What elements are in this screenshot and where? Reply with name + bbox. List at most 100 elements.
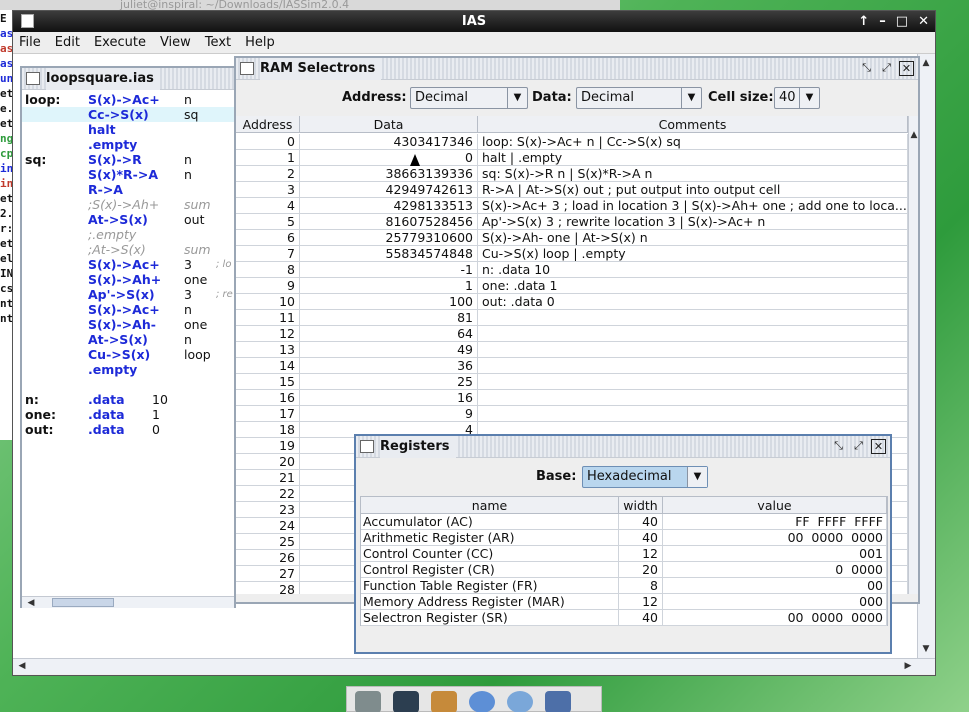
- ram-data-cell[interactable]: 0: [300, 150, 478, 166]
- terminal-icon[interactable]: [393, 691, 419, 712]
- code-line[interactable]: ;S(x)->Ah+ sum: [22, 197, 234, 212]
- ram-data-cell[interactable]: 49: [300, 342, 478, 358]
- ram-data-cell[interactable]: 42949742613: [300, 182, 478, 198]
- code-line[interactable]: Cu->S(x) loop: [22, 347, 234, 362]
- maximize-icon[interactable]: ⤢: [879, 61, 894, 76]
- ram-row[interactable]: 16 16: [236, 390, 908, 406]
- code-line[interactable]: Ap'->S(x) 3 ; re: [22, 287, 234, 302]
- code-line[interactable]: S(x)->Ac+ 3 ; lo: [22, 257, 234, 272]
- scroll-up-icon[interactable]: ▲: [907, 128, 921, 142]
- register-value-cell[interactable]: 000: [663, 594, 887, 610]
- code-line[interactable]: R->A: [22, 182, 234, 197]
- data-format-select[interactable]: Decimal ▼: [576, 87, 702, 109]
- code-line[interactable]: ;.empty: [22, 227, 234, 242]
- code-line[interactable]: S(x)->Ah-one: [22, 317, 234, 332]
- ram-row[interactable]: 9 1 one: .data 1: [236, 278, 908, 294]
- code-line[interactable]: S(x)->Ah+ one: [22, 272, 234, 287]
- code-frame-titlebar[interactable]: loopsquare.ias: [22, 68, 234, 90]
- register-value-cell[interactable]: 0 0000: [663, 562, 887, 578]
- ram-row[interactable]: 13 49: [236, 342, 908, 358]
- ram-row[interactable]: 8 -1 n: .data 10: [236, 262, 908, 278]
- register-value-cell[interactable]: 00 0000 0000: [663, 530, 887, 546]
- register-value-cell[interactable]: 00: [663, 578, 887, 594]
- ram-data-cell[interactable]: 9: [300, 406, 478, 422]
- ram-data-cell[interactable]: 36: [300, 358, 478, 374]
- ram-data-cell[interactable]: 64: [300, 326, 478, 342]
- register-row[interactable]: Arithmetic Register (AR) 40 00 0000 0000: [361, 530, 887, 546]
- base-select[interactable]: Hexadecimal ▼: [582, 466, 708, 488]
- ram-row[interactable]: 4 4298133513 S(x)->Ac+ 3 ; load in locatio…: [236, 198, 908, 214]
- menu-view[interactable]: View: [160, 32, 191, 53]
- ram-row[interactable]: 14 36: [236, 358, 908, 374]
- close-icon[interactable]: ✕: [899, 61, 914, 76]
- maximize-icon[interactable]: ⤢: [851, 439, 866, 454]
- code-line[interactable]: sq: S(x)->R n: [22, 152, 234, 167]
- ram-data-cell[interactable]: 25: [300, 374, 478, 390]
- registers-column-value[interactable]: value: [663, 497, 887, 514]
- ram-data-cell[interactable]: -1: [300, 262, 478, 278]
- register-row[interactable]: Memory Address Register (MAR) 12 000: [361, 594, 887, 610]
- ram-column-address[interactable]: Address: [236, 116, 300, 133]
- code-horizontal-scrollbar[interactable]: ◀: [22, 596, 234, 608]
- menu-file[interactable]: File: [19, 32, 41, 53]
- register-value-cell[interactable]: 00 0000 0000: [663, 610, 887, 626]
- register-row[interactable]: Accumulator (AC) 40 FF FFFF FFFF: [361, 514, 887, 530]
- code-line[interactable]: one: .data 1: [22, 407, 234, 422]
- ram-data-cell[interactable]: 38663139336: [300, 166, 478, 182]
- iconify-icon[interactable]: ⤡: [831, 439, 846, 454]
- ram-row[interactable]: 3 42949742613 R->A | At->S(x) out ; put ou…: [236, 182, 908, 198]
- ram-row[interactable]: 2 38663139336 sq: S(x)->R n | S(x)*R->A n: [236, 166, 908, 182]
- ram-data-cell[interactable]: 1: [300, 278, 478, 294]
- code-line[interactable]: .empty: [22, 137, 234, 152]
- ram-row[interactable]: 1 0 halt | .empty: [236, 150, 908, 166]
- ram-column-comments[interactable]: Comments: [478, 116, 908, 133]
- code-line[interactable]: At->S(x) n: [22, 332, 234, 347]
- close-icon[interactable]: ✕: [918, 11, 929, 32]
- ram-row[interactable]: 5 81607528456 Ap'->S(x) 3 ; rewrite locati…: [236, 214, 908, 230]
- ram-row[interactable]: 0 4303417346 loop: S(x)->Ac+ n | Cc->S(x) …: [236, 134, 908, 150]
- register-row[interactable]: Selectron Register (SR) 40 00 0000 0000: [361, 610, 887, 626]
- code-line[interactable]: At->S(x) out: [22, 212, 234, 227]
- window-titlebar[interactable]: IAS ↑ – □ ✕: [13, 11, 935, 32]
- ram-row[interactable]: 12 64: [236, 326, 908, 342]
- registers-frame-titlebar[interactable]: Registers ⤡ ⤢ ✕: [356, 436, 890, 458]
- code-line[interactable]: out: .data 0: [22, 422, 234, 437]
- code-editor[interactable]: loop: S(x)->Ac+ n Cc->S(x) sq halt .empty sq: S(…: [22, 90, 234, 596]
- scroll-right-icon[interactable]: ▶: [901, 659, 915, 673]
- code-line[interactable]: halt: [22, 122, 234, 137]
- scroll-down-icon[interactable]: ▼: [919, 642, 933, 656]
- code-line[interactable]: Cc->S(x) sq: [22, 107, 234, 122]
- ram-row[interactable]: 15 25: [236, 374, 908, 390]
- file-manager-icon[interactable]: [431, 691, 457, 712]
- ram-vertical-scrollbar[interactable]: ▲: [908, 116, 918, 594]
- ram-row[interactable]: 7 55834574848 Cu->S(x) loop | .empty: [236, 246, 908, 262]
- ram-data-cell[interactable]: 4298133513: [300, 198, 478, 214]
- menu-text[interactable]: Text: [205, 32, 231, 53]
- ram-frame-titlebar[interactable]: RAM Selectrons ⤡ ⤢ ✕: [236, 58, 918, 80]
- scroll-left-icon[interactable]: ◀: [15, 659, 29, 673]
- close-icon[interactable]: ✕: [871, 439, 886, 454]
- menu-execute[interactable]: Execute: [94, 32, 146, 53]
- move-up-icon[interactable]: ↑: [858, 11, 869, 32]
- code-line[interactable]: S(x)*R->A n: [22, 167, 234, 182]
- ram-row[interactable]: 17 9: [236, 406, 908, 422]
- ram-data-cell[interactable]: 16: [300, 390, 478, 406]
- register-value-cell[interactable]: 001: [663, 546, 887, 562]
- menu-help[interactable]: Help: [245, 32, 275, 53]
- code-line[interactable]: loop: S(x)->Ac+ n: [22, 92, 234, 107]
- register-row[interactable]: Control Counter (CC) 12 001: [361, 546, 887, 562]
- code-line[interactable]: [22, 377, 234, 392]
- code-line[interactable]: ;At->S(x) sum: [22, 242, 234, 257]
- trash-icon[interactable]: [355, 691, 381, 712]
- registers-column-name[interactable]: name: [361, 497, 619, 514]
- ram-data-cell[interactable]: 81607528456: [300, 214, 478, 230]
- scroll-up-icon[interactable]: ▲: [919, 56, 933, 70]
- ram-column-data[interactable]: Data: [300, 116, 478, 133]
- code-line[interactable]: S(x)->Ac+ n: [22, 302, 234, 317]
- registers-column-width[interactable]: width: [619, 497, 663, 514]
- ram-row[interactable]: 11 81: [236, 310, 908, 326]
- register-value-cell[interactable]: FF FFFF FFFF: [663, 514, 887, 530]
- ram-data-cell[interactable]: 55834574848: [300, 246, 478, 262]
- browser-icon[interactable]: [469, 691, 495, 712]
- minimize-icon[interactable]: –: [879, 11, 886, 32]
